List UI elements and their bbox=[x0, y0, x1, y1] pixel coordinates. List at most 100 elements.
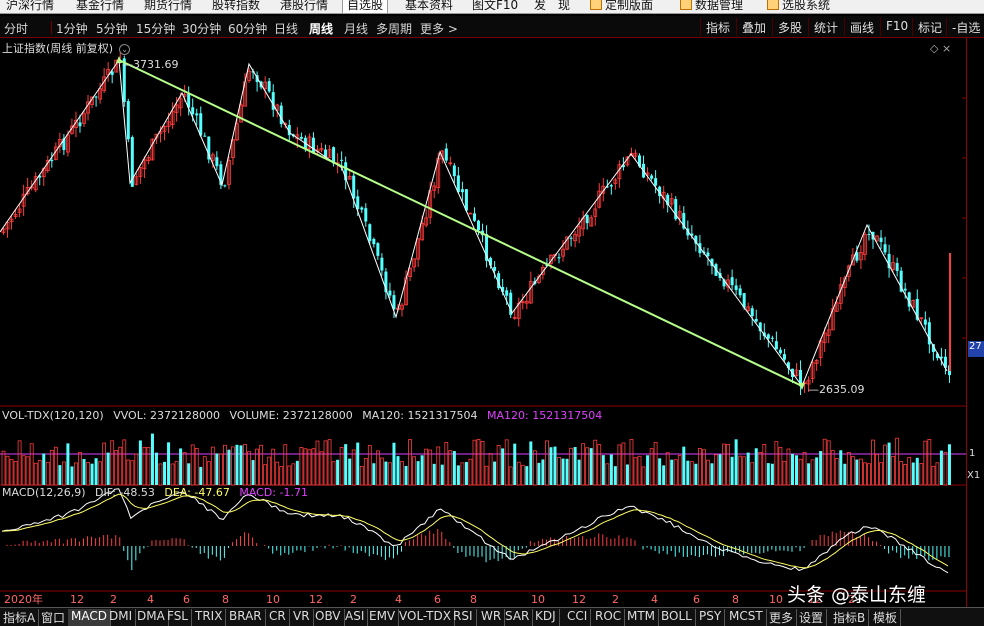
menu-item[interactable]: 港股行情 bbox=[280, 0, 328, 13]
candle-body bbox=[267, 81, 271, 92]
indicator-tab-dmi[interactable]: DMI bbox=[106, 609, 137, 626]
volume-bar bbox=[714, 454, 718, 486]
btn-multistock[interactable]: 多股 bbox=[772, 18, 807, 36]
volume-bar bbox=[887, 442, 891, 485]
volume-bar bbox=[5, 455, 10, 486]
indicator-tab-emv[interactable]: EMV bbox=[366, 609, 400, 626]
menu-item[interactable]: 基本资料 bbox=[405, 0, 453, 13]
period-weekly[interactable]: 周线 bbox=[309, 20, 333, 37]
period-daily[interactable]: 日线 bbox=[274, 20, 298, 37]
macd-histogram bbox=[1, 488, 950, 574]
volume-bar bbox=[782, 460, 787, 486]
candle-body bbox=[94, 96, 98, 98]
period-1min[interactable]: 1分钟 bbox=[56, 20, 88, 37]
btn-indicator[interactable]: 指标 bbox=[700, 18, 735, 36]
period-intraday[interactable]: 分时 bbox=[4, 20, 28, 37]
menu-item[interactable]: 基金行情 bbox=[76, 0, 124, 13]
candle-body bbox=[195, 113, 199, 116]
volume-bar bbox=[17, 440, 22, 486]
indicator-tab-rsi[interactable]: RSI bbox=[450, 609, 477, 626]
volume-bar bbox=[202, 456, 207, 486]
current-price-badge: 27 bbox=[968, 341, 984, 357]
btn-f10[interactable]: F10 bbox=[880, 18, 913, 36]
period-more[interactable]: 更多 > bbox=[420, 20, 458, 37]
indicator-tab-kdj[interactable]: KDJ bbox=[532, 609, 560, 626]
close-icon[interactable]: ◇ × bbox=[930, 42, 951, 55]
price-title-text: 上证指数(周线 前复权) bbox=[2, 42, 114, 55]
macd-dif: DIF: -48.53 bbox=[95, 486, 155, 499]
volume-bar bbox=[613, 466, 617, 485]
volume-bar bbox=[138, 440, 142, 485]
volume-bar bbox=[146, 447, 151, 486]
indicator-tab-mtm[interactable]: MTM bbox=[624, 609, 660, 626]
indicator-tab-mcst[interactable]: MCST bbox=[726, 609, 767, 626]
macd-panel-title: MACD(12,26,9) DIF: -48.53 DEA: -47.67 MA… bbox=[2, 486, 314, 499]
indicator-tab--b[interactable]: 指标B bbox=[830, 609, 870, 626]
indicator-tab--a[interactable]: 指标A bbox=[0, 609, 40, 626]
chevron-down-icon[interactable]: ⌄ bbox=[119, 44, 131, 55]
volume-bar bbox=[501, 448, 505, 485]
indicator-tab--[interactable]: 设置 bbox=[796, 609, 828, 626]
high-price-label: —3731.69 bbox=[122, 58, 179, 71]
menu-item[interactable]: 股转指数 bbox=[212, 0, 260, 13]
indicator-tab-fsl[interactable]: FSL bbox=[164, 609, 192, 626]
menu-item[interactable]: 发 现 bbox=[534, 0, 570, 13]
indicator-tab-macd[interactable]: MACD bbox=[68, 609, 111, 626]
trend-line bbox=[118, 59, 803, 387]
volume-bar bbox=[215, 453, 219, 485]
btn-statistics[interactable]: 统计 bbox=[808, 18, 843, 36]
period-5min[interactable]: 5分钟 bbox=[96, 20, 128, 37]
period-60min[interactable]: 60分钟 bbox=[228, 20, 267, 37]
volume-bar bbox=[601, 455, 605, 485]
period-multi[interactable]: 多周期 bbox=[376, 20, 412, 37]
menu-item[interactable]: 图文F10 bbox=[472, 0, 518, 13]
indicator-tab--[interactable]: 模板 bbox=[870, 609, 902, 626]
volume-bar bbox=[875, 454, 879, 486]
volume-bar bbox=[299, 447, 304, 486]
indicator-tab-asi[interactable]: ASI bbox=[342, 609, 369, 626]
indicator-tab-trix[interactable]: TRIX bbox=[192, 609, 227, 626]
kline-chart[interactable]: 2020年 12 2 4 6 8 10 12 2 4 6 8 10 12 2 4 6 8 10 12 2 bbox=[0, 38, 966, 608]
menu-item[interactable]: 期货行情 bbox=[144, 0, 192, 13]
btn-mark[interactable]: 标记 bbox=[912, 18, 947, 36]
indicator-tab--[interactable]: 窗口 bbox=[38, 609, 70, 626]
time-axis-label: 2 bbox=[612, 593, 619, 606]
menu-item[interactable]: 沪深行情 bbox=[6, 0, 54, 13]
candle-body bbox=[199, 113, 203, 136]
btn-watchlist[interactable]: -自选 bbox=[946, 18, 984, 36]
menu-item-data[interactable]: 数据管理 bbox=[680, 0, 743, 13]
volume-bar bbox=[58, 465, 62, 485]
time-axis-label: 6 bbox=[183, 593, 190, 606]
candle-body bbox=[452, 165, 456, 177]
indicator-tab-brar[interactable]: BRAR bbox=[226, 609, 266, 626]
indicator-tab-cci[interactable]: CCI bbox=[564, 609, 592, 626]
indicator-tab-obv[interactable]: OBV bbox=[312, 609, 345, 626]
menu-item-layout[interactable]: 定制版面 bbox=[590, 0, 653, 13]
time-axis-label: 12 bbox=[70, 593, 84, 606]
indicator-tab-vol-tdx[interactable]: VOL-TDX bbox=[396, 609, 455, 626]
indicator-tab-roc[interactable]: ROC bbox=[592, 609, 626, 626]
indicator-tab-vr[interactable]: VR bbox=[290, 609, 314, 626]
volume-bar bbox=[702, 449, 706, 486]
indicator-tab-cr[interactable]: CR bbox=[266, 609, 290, 626]
indicator-tab-psy[interactable]: PSY bbox=[696, 609, 726, 626]
period-monthly[interactable]: 月线 bbox=[344, 20, 368, 37]
volume-bar bbox=[271, 448, 276, 486]
volume-bar bbox=[927, 438, 932, 486]
volume-bar bbox=[915, 457, 919, 485]
period-15min[interactable]: 15分钟 bbox=[136, 20, 175, 37]
period-30min[interactable]: 30分钟 bbox=[182, 20, 221, 37]
indicator-tab-sar[interactable]: SAR bbox=[502, 609, 534, 626]
volume-bar bbox=[520, 464, 525, 486]
volume-bar bbox=[239, 445, 243, 485]
menu-item-selected[interactable]: 自选股 bbox=[342, 0, 389, 13]
volume-bar bbox=[408, 439, 412, 486]
btn-drawline[interactable]: 画线 bbox=[844, 18, 879, 36]
menu-item-screener[interactable]: 选股系统 bbox=[767, 0, 830, 13]
volume-bar bbox=[400, 461, 404, 486]
volume-bar bbox=[9, 458, 14, 486]
candle-body bbox=[923, 319, 927, 325]
btn-overlay[interactable]: 叠加 bbox=[736, 18, 771, 36]
indicator-tab--[interactable]: 更多 bbox=[766, 609, 798, 626]
indicator-tab-boll[interactable]: BOLL bbox=[658, 609, 696, 626]
